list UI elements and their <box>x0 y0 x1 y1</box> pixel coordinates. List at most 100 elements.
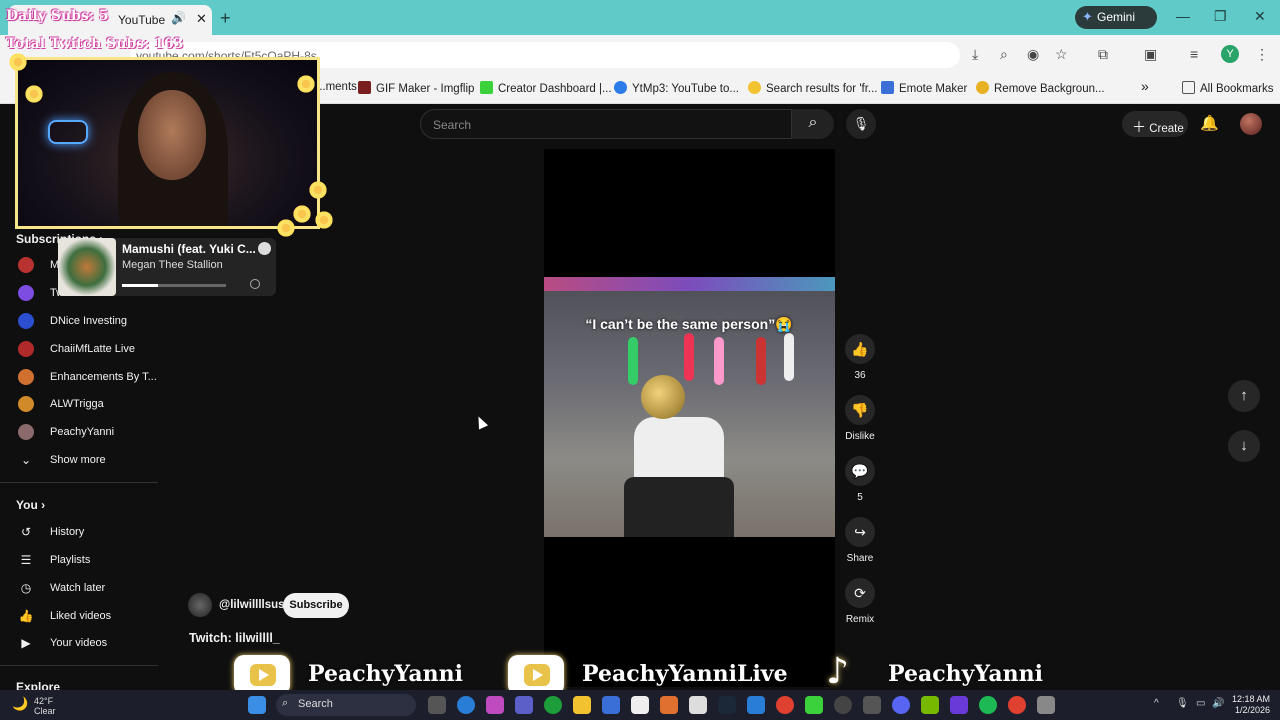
steam-icon[interactable] <box>718 696 736 714</box>
flower-decoration <box>314 210 334 230</box>
subscription-item[interactable]: DNice Investing <box>0 308 158 336</box>
tray-chevron-icon[interactable]: ^ <box>1154 698 1159 709</box>
network-icon[interactable]: ▭ <box>1196 698 1205 709</box>
short-video-frame[interactable]: “I can’t be the same person”😭 <box>544 277 835 537</box>
search-input[interactable]: Search <box>420 109 792 139</box>
subscribe-button[interactable]: Subscribe <box>283 593 349 618</box>
sidebar-item-your-videos[interactable]: ▶ Your videos <box>0 630 158 658</box>
app-icon[interactable] <box>863 696 881 714</box>
restore-icon[interactable]: ❐ <box>1214 8 1227 25</box>
spotify-icon[interactable] <box>979 696 997 714</box>
chrome-icon[interactable] <box>1008 696 1026 714</box>
flower-decoration <box>296 74 316 94</box>
media-controls-icon[interactable]: ≡ <box>1190 46 1198 62</box>
obs-icon[interactable] <box>834 696 852 714</box>
share-button[interactable]: ↪ Share <box>845 517 875 564</box>
close-window-icon[interactable]: ✕ <box>1254 8 1266 25</box>
user-avatar[interactable] <box>1240 113 1262 135</box>
xbox-icon[interactable] <box>544 696 562 714</box>
edge-icon[interactable] <box>457 696 475 714</box>
you-heading[interactable]: You › <box>16 498 45 512</box>
subscription-item[interactable]: Enhancements By T... <box>0 364 158 392</box>
zoom-icon[interactable]: ⌕ <box>1000 46 1008 63</box>
bookmark-item[interactable]: Search results for 'fr... <box>748 81 878 95</box>
channel-handle[interactable]: @lilwillllsus <box>219 599 285 611</box>
app-icon[interactable] <box>689 696 707 714</box>
bookmark-star-icon[interactable]: ☆ <box>1055 46 1068 63</box>
eye-off-icon[interactable]: ◉ <box>1027 46 1039 63</box>
playback-status-icon <box>250 279 260 289</box>
bookmark-item[interactable]: GIF Maker - Imgflip <box>358 81 474 95</box>
comments-button[interactable]: 💬 5 <box>845 456 875 503</box>
chrome-icon[interactable] <box>776 696 794 714</box>
bookmark-label: GIF Maker - Imgflip <box>376 83 475 95</box>
settings-icon[interactable] <box>1037 696 1055 714</box>
split-view-icon[interactable]: ▣ <box>1144 46 1157 63</box>
volume-icon[interactable]: 🔊 <box>1212 698 1224 709</box>
now-playing-widget: Mamushi (feat. Yuki C... Megan Thee Stal… <box>58 238 276 296</box>
taskbar-search[interactable]: ⌕ Search <box>276 694 416 716</box>
create-button[interactable]: ＋ Create <box>1122 111 1188 137</box>
share-icon: ↪ <box>845 517 875 547</box>
subscription-item[interactable]: ALWTrigga <box>0 391 158 419</box>
menu-icon[interactable]: ⋮ <box>1255 46 1269 63</box>
gemini-button[interactable]: ✦ Gemini <box>1075 6 1157 29</box>
notepad-icon[interactable] <box>631 696 649 714</box>
nvidia-icon[interactable] <box>921 696 939 714</box>
sidebar-item-liked-videos[interactable]: 👍 Liked videos <box>0 603 158 631</box>
task-view-icon[interactable] <box>428 696 446 714</box>
sidebar-label: Your videos <box>50 637 108 649</box>
extensions-icon[interactable]: ⧉ <box>1098 46 1108 63</box>
sidebar-item-playlists[interactable]: ☰ Playlists <box>0 547 158 575</box>
sidebar-item-history[interactable]: ↺ History <box>0 519 158 547</box>
app-icon[interactable] <box>805 696 823 714</box>
all-bookmarks[interactable]: All Bookmarks <box>1182 81 1274 95</box>
previous-short-button[interactable]: ↑ <box>1228 380 1260 412</box>
voice-search-button[interactable]: 🎙 <box>846 109 876 139</box>
daily-subs-counter: Daily Subs: 5 <box>6 8 109 24</box>
more-bookmarks-icon[interactable]: » <box>1141 78 1149 94</box>
app-icon[interactable] <box>747 696 765 714</box>
taskbar-clock[interactable]: 12:18 AM 1/2/2026 <box>1228 694 1270 716</box>
file-explorer-icon[interactable] <box>573 696 591 714</box>
search-button[interactable]: ⌕ <box>792 109 834 139</box>
dislike-button[interactable]: 👎 Dislike <box>845 395 875 442</box>
channel-avatar <box>18 285 34 301</box>
skateboard-decoration <box>756 337 766 385</box>
browser-title-bar: YouTube 🔊 ✕ + ✦ Gemini — ❐ ✕ <box>0 0 1280 35</box>
remix-button[interactable]: ⟳ Remix <box>845 578 875 625</box>
install-icon[interactable]: ⤓ <box>972 46 978 63</box>
minimize-icon[interactable]: — <box>1176 8 1190 24</box>
notifications-bell-icon[interactable]: 🔔 <box>1200 114 1219 132</box>
create-label: Create <box>1149 123 1184 135</box>
bookmark-item[interactable]: Creator Dashboard |... <box>480 81 612 95</box>
store-icon[interactable] <box>602 696 620 714</box>
show-more-button[interactable]: ⌄ Show more <box>0 447 158 475</box>
channel-avatar[interactable] <box>188 593 212 617</box>
next-short-button[interactable]: ↓ <box>1228 430 1260 462</box>
tab-close-icon[interactable]: ✕ <box>196 11 207 27</box>
weather-widget[interactable]: 42°F Clear <box>34 696 56 716</box>
like-button[interactable]: 👍 36 <box>845 334 875 381</box>
all-bookmarks-label: All Bookmarks <box>1200 83 1274 95</box>
app-icon[interactable] <box>660 696 678 714</box>
sidebar-item-watch-later[interactable]: ◷ Watch later <box>0 575 158 603</box>
divider <box>0 482 158 483</box>
teams-icon[interactable] <box>515 696 533 714</box>
subscription-item[interactable]: ChaiiMfLatte Live <box>0 336 158 364</box>
copilot-icon[interactable] <box>486 696 504 714</box>
windows-start-icon[interactable] <box>248 696 266 714</box>
new-tab-icon[interactable]: + <box>220 8 231 29</box>
track-progress-fill <box>122 284 159 287</box>
bookmark-label: YtMp3: YouTube to... <box>632 83 739 95</box>
bookmark-item[interactable]: YtMp3: YouTube to... <box>614 81 739 95</box>
tab-audio-icon[interactable]: 🔊 <box>171 11 186 25</box>
bookmark-item[interactable]: Remove Backgroun... <box>976 81 1105 95</box>
profile-avatar[interactable]: Y <box>1221 45 1239 63</box>
microphone-tray-icon[interactable]: 🎙 <box>1176 698 1189 709</box>
discord-icon[interactable] <box>892 696 910 714</box>
bookmark-item[interactable]: Emote Maker <box>881 81 967 95</box>
bookmark-item[interactable]: ...ments <box>316 81 357 93</box>
app-icon[interactable] <box>950 696 968 714</box>
subscription-item[interactable]: PeachyYanni <box>0 419 158 447</box>
